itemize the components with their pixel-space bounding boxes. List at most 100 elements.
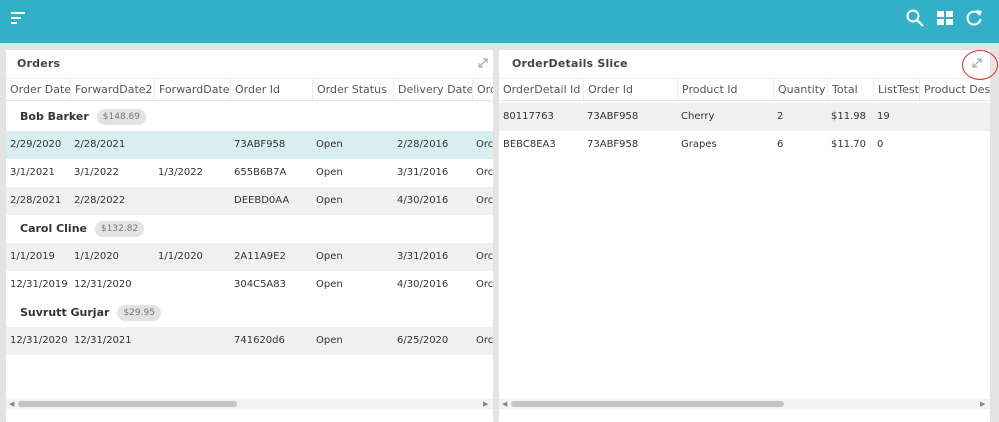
scroll-left-icon[interactable]: ◀	[9, 400, 14, 408]
table-cell: 4/30/2016	[397, 195, 449, 206]
scroll-right-icon[interactable]: ▶	[980, 400, 985, 408]
grid-icon[interactable]	[935, 8, 955, 28]
group-total-badge: $132.82	[94, 221, 145, 237]
group-total-badge: $29.95	[117, 305, 161, 321]
column-header[interactable]: OrderDetail Id	[499, 79, 583, 102]
table-cell: 0	[877, 139, 884, 150]
column-header[interactable]: ForwardDate2	[70, 79, 154, 102]
table-cell: Orc	[476, 279, 493, 290]
resize-handle-icon[interactable]	[981, 413, 989, 421]
table-cell: 73ABF958	[587, 139, 639, 150]
orders-panel: Orders Order Date ForwardDate2 ForwardDate…	[6, 50, 493, 422]
table-row[interactable]: 3/1/2021 3/1/2022 1/3/2022 655B6B7A Open 3/31…	[6, 159, 493, 187]
column-header[interactable]: Order Date	[6, 79, 70, 102]
table-cell: 19	[877, 111, 890, 122]
table-cell: Open	[316, 279, 343, 290]
app-bar	[0, 0, 999, 43]
table-cell: 12/31/2020	[10, 335, 68, 346]
table-cell: Open	[316, 195, 343, 206]
table-cell	[154, 327, 230, 355]
table-header: OrderDetail Id Order Id Product Id Quantity…	[499, 78, 990, 102]
table-cell: 12/31/2019	[10, 279, 68, 290]
table-cell: 1/1/2020	[74, 251, 119, 262]
column-header[interactable]: ForwardDate	[154, 79, 230, 102]
table-cell: Open	[316, 139, 343, 150]
table-cell: Orc	[476, 251, 493, 262]
table-row[interactable]: 1/1/2019 1/1/2020 1/1/2020 2A11A9E2 Open 3/31…	[6, 243, 493, 271]
table-cell: 73ABF958	[587, 111, 639, 122]
table-cell: Open	[316, 167, 343, 178]
table-row[interactable]: BEBC8EA3 73ABF958 Grapes 6 $11.70 0	[499, 131, 990, 159]
group-row[interactable]: Carol Cline $132.82	[6, 215, 493, 243]
table-cell: Grapes	[681, 139, 717, 150]
table-cell	[919, 103, 990, 131]
column-header[interactable]: Order Id	[230, 79, 312, 102]
resize-handle-icon[interactable]	[484, 413, 492, 421]
table-cell: 80117763	[503, 111, 554, 122]
table-row[interactable]: 12/31/2020 12/31/2021 741620d6 Open 6/25/202…	[6, 327, 493, 355]
table-cell: 73ABF958	[234, 139, 286, 150]
table-cell: 2/28/2022	[74, 195, 126, 206]
column-header[interactable]: Order Id	[583, 79, 677, 102]
group-name: Bob Barker	[20, 110, 89, 123]
scroll-left-icon[interactable]: ◀	[502, 400, 507, 408]
table-cell: Orc	[476, 335, 493, 346]
column-header[interactable]: Quantity	[773, 79, 827, 102]
table-cell: 2/28/2016	[397, 139, 449, 150]
table-cell: 2/28/2021	[10, 195, 62, 206]
group-name: Carol Cline	[20, 222, 87, 235]
table-cell: 2/29/2020	[10, 139, 62, 150]
table-row[interactable]: 12/31/2019 12/31/2020 304C5A83 Open 4/30/201…	[6, 271, 493, 299]
table-cell: 6	[777, 139, 784, 150]
panel-title: OrderDetails Slice	[512, 57, 628, 70]
column-header[interactable]: ListTest	[873, 79, 919, 102]
table-row[interactable]: 2/28/2021 2/28/2022 DEEBD0AA Open 4/30/2016 O…	[6, 187, 493, 215]
group-name: Suvrutt Gurjar	[20, 306, 110, 319]
table-cell: 2A11A9E2	[234, 251, 286, 262]
scrollbar-thumb[interactable]	[511, 401, 784, 407]
table-cell: 3/1/2022	[74, 167, 119, 178]
menu-icon[interactable]	[10, 8, 30, 28]
table-cell: Open	[316, 335, 343, 346]
table-cell: Cherry	[681, 111, 715, 122]
table-cell: 12/31/2021	[74, 335, 132, 346]
column-header[interactable]: Product Id	[677, 79, 773, 102]
table-cell: 12/31/2020	[74, 279, 132, 290]
table-row[interactable]: 2/29/2020 2/28/2021 73ABF958 Open 2/28/2016 O…	[6, 131, 493, 159]
column-header[interactable]: Delivery Date	[393, 79, 472, 102]
group-total-badge: $148.69	[96, 109, 147, 125]
order-details-panel: OrderDetails Slice OrderDetail Id Order I…	[499, 50, 990, 422]
refresh-icon[interactable]	[964, 8, 984, 28]
table-cell: $11.70	[831, 139, 866, 150]
table-cell: 6/25/2020	[397, 335, 449, 346]
table-cell: 3/31/2016	[397, 251, 449, 262]
table-row[interactable]: 80117763 73ABF958 Cherry 2 $11.98 19	[499, 103, 990, 131]
table-cell: $11.98	[831, 111, 866, 122]
table-cell	[919, 131, 990, 159]
table-cell: 1/3/2022	[158, 167, 203, 178]
group-row[interactable]: Suvrutt Gurjar $29.95	[6, 299, 493, 327]
column-header[interactable]: Total	[827, 79, 873, 102]
table-cell: 304C5A83	[234, 279, 286, 290]
column-header[interactable]: Ord	[472, 79, 493, 102]
column-header[interactable]: Product Des	[919, 79, 990, 102]
scroll-right-icon[interactable]: ▶	[483, 400, 488, 408]
column-header[interactable]: Order Status	[312, 79, 393, 102]
table-cell: Orc	[476, 167, 493, 178]
table-cell: Orc	[476, 139, 493, 150]
search-icon[interactable]	[905, 8, 925, 28]
group-row[interactable]: Bob Barker $148.69	[6, 103, 493, 131]
table-cell	[154, 131, 230, 159]
expand-icon[interactable]	[971, 57, 983, 69]
table-cell	[154, 187, 230, 215]
scrollbar-thumb[interactable]	[18, 401, 237, 407]
table-cell: 2/28/2021	[74, 139, 126, 150]
table-cell: 741620d6	[234, 335, 285, 346]
table-cell: Orc	[476, 195, 493, 206]
table-cell: 3/31/2016	[397, 167, 449, 178]
table-header: Order Date ForwardDate2 ForwardDate Order I…	[6, 78, 493, 102]
table-cell: DEEBD0AA	[234, 195, 290, 206]
horizontal-scrollbar[interactable]: ◀ ▶	[499, 399, 990, 409]
horizontal-scrollbar[interactable]: ◀ ▶	[6, 399, 493, 409]
expand-icon[interactable]	[477, 57, 489, 69]
